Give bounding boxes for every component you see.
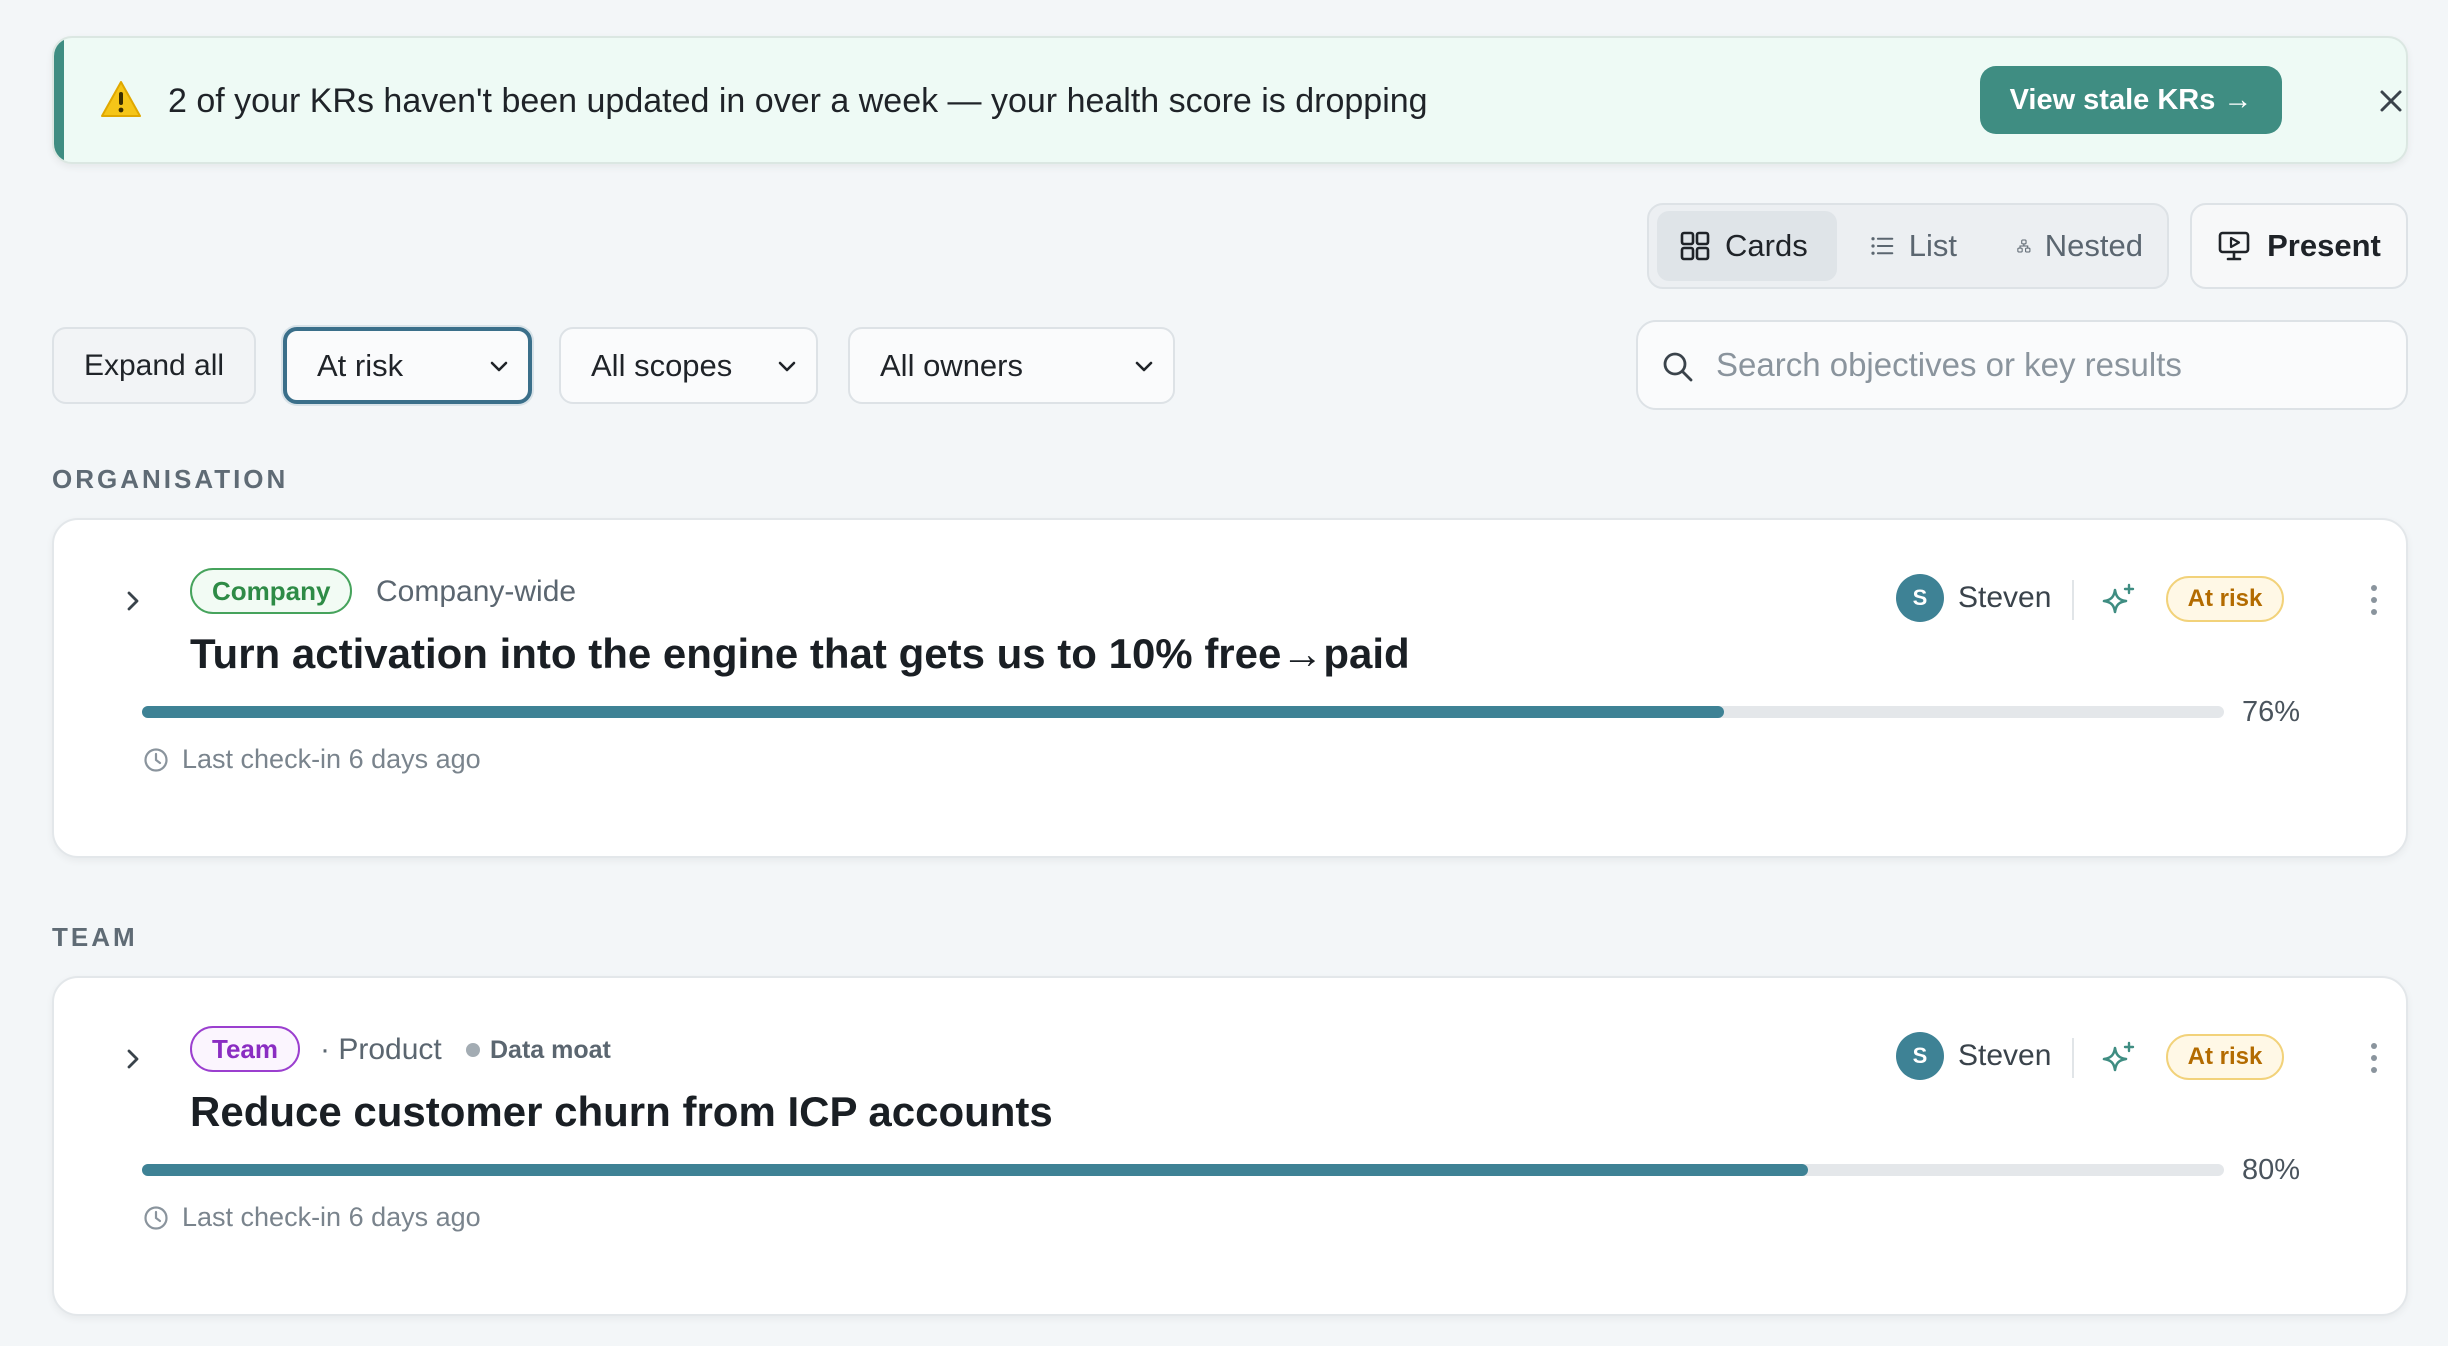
present-label: Present [2267, 228, 2381, 263]
progress-fill [142, 1164, 1808, 1176]
objective-card[interactable]: Company Company-wide Turn activation int… [52, 518, 2408, 858]
expand-all-button[interactable]: Expand all [52, 327, 256, 404]
divider [2072, 1038, 2074, 1078]
status-filter-select[interactable]: At risk [283, 327, 532, 404]
divider [2072, 580, 2074, 620]
warning-icon [101, 81, 141, 117]
last-checkin-text: Last check-in 6 days ago [182, 744, 481, 774]
company-tag: Company [190, 568, 353, 614]
grid-icon [1680, 231, 1710, 261]
close-icon[interactable] [2372, 82, 2408, 120]
banner-accent-bar [54, 38, 64, 162]
owner[interactable]: S Steven [1896, 574, 2051, 622]
view-nested-label: Nested [2044, 228, 2143, 263]
more-options-icon[interactable] [2366, 580, 2382, 620]
view-switcher: Cards List Nested [1647, 203, 2169, 289]
avatar: S [1896, 1032, 1944, 1080]
sparkle-icon[interactable] [2100, 582, 2138, 620]
status-filter-value: At risk [317, 348, 404, 383]
progress-bar [142, 706, 2224, 718]
chevron-right-icon[interactable] [118, 586, 148, 616]
present-button[interactable]: Present [2190, 203, 2408, 289]
progress-bar [142, 1164, 2224, 1176]
stale-krs-banner: 2 of your KRs haven't been updated in ov… [52, 36, 2408, 164]
search-input[interactable] [1716, 322, 2376, 408]
view-nested-tab[interactable]: Nested [1995, 211, 2165, 281]
view-cards-label: Cards [1725, 228, 1808, 263]
last-checkin-text: Last check-in 6 days ago [182, 1202, 481, 1232]
view-list-label: List [1908, 228, 1957, 263]
avatar: S [1896, 574, 1944, 622]
progress-percent: 76% [2242, 696, 2301, 728]
last-checkin: Last check-in 6 days ago [142, 744, 481, 775]
tag-dot [466, 1043, 480, 1057]
scope-label: Company-wide [376, 575, 577, 608]
view-list-tab[interactable]: List [1847, 211, 1979, 281]
scope-filter-value: All scopes [591, 348, 733, 383]
search-box [1636, 320, 2408, 410]
chevron-down-icon [778, 361, 796, 371]
objective-title[interactable]: Turn activation into the engine that get… [190, 628, 1410, 680]
hierarchy-icon [2017, 239, 2031, 253]
chevron-down-icon [1135, 361, 1153, 371]
progress-fill [142, 706, 1725, 718]
owner-filter-value: All owners [880, 348, 1023, 383]
last-checkin: Last check-in 6 days ago [142, 1202, 481, 1233]
data-moat-tag: Data moat [466, 1032, 611, 1068]
chevron-down-icon [490, 361, 508, 371]
scope-filter-select[interactable]: All scopes [559, 327, 818, 404]
owner-name: Steven [1958, 1039, 2052, 1072]
banner-message: 2 of your KRs haven't been updated in ov… [168, 82, 1428, 120]
owner[interactable]: S Steven [1896, 1032, 2051, 1080]
objective-title[interactable]: Reduce customer churn from ICP accounts [190, 1086, 1053, 1138]
status-badge: At risk [2166, 576, 2284, 622]
list-icon [1871, 237, 1894, 255]
owner-filter-select[interactable]: All owners [848, 327, 1175, 404]
clock-icon [144, 747, 168, 772]
chevron-right-icon[interactable] [118, 1044, 148, 1074]
view-cards-tab[interactable]: Cards [1657, 211, 1837, 281]
sparkle-icon[interactable] [2100, 1040, 2138, 1078]
objective-card[interactable]: Team · Product Data moat Reduce customer… [52, 976, 2408, 1316]
section-label-team: TEAM [52, 922, 138, 952]
more-options-icon[interactable] [2366, 1038, 2382, 1078]
progress-percent: 80% [2242, 1154, 2301, 1186]
team-tag: Team [190, 1026, 300, 1072]
scope-label: · Product [320, 1033, 442, 1066]
status-badge: At risk [2166, 1034, 2284, 1080]
section-label-organisation: ORGANISATION [52, 464, 289, 494]
presentation-icon [2218, 231, 2250, 261]
clock-icon [144, 1205, 168, 1230]
view-stale-krs-button[interactable]: View stale KRs → [1980, 66, 2282, 134]
owner-name: Steven [1958, 581, 2052, 614]
data-moat-label: Data moat [490, 1036, 611, 1064]
search-icon [1663, 352, 1693, 382]
